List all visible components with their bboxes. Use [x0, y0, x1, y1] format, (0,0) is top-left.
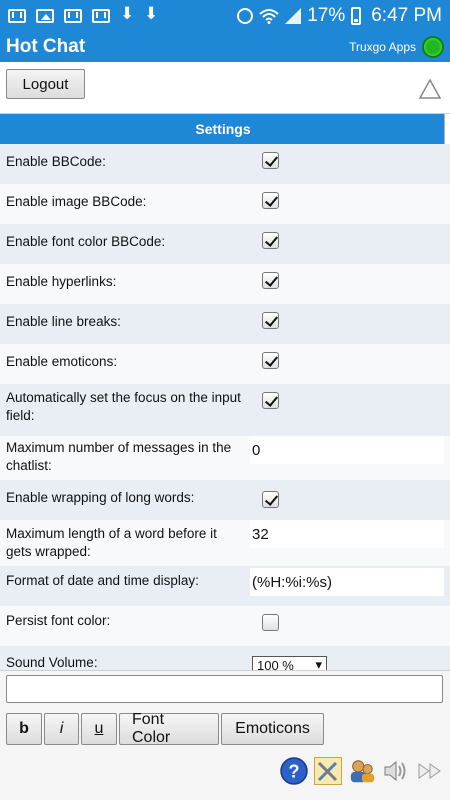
signal-icon [285, 8, 302, 24]
help-icon[interactable]: ? [280, 757, 308, 785]
setting-row-enable-bbcode: Enable BBCode: [0, 144, 450, 184]
setting-label: Persist font color: [6, 613, 111, 628]
enable-image-bbcode-checkbox[interactable] [262, 192, 279, 209]
setting-row-autofocus: Automatically set the focus on the input… [0, 384, 450, 436]
setting-row-enable-font-color-bbcode: Enable font color BBCode: [0, 224, 450, 264]
enable-line-breaks-checkbox[interactable] [262, 312, 279, 329]
publisher-label: Truxgo Apps [349, 40, 416, 54]
wifi-icon [259, 9, 279, 24]
max-word-length-input[interactable]: 32 [250, 520, 444, 548]
mail-icon [92, 9, 110, 23]
autofocus-checkbox[interactable] [262, 392, 279, 409]
setting-row-max-messages: Maximum number of messages in the chatli… [0, 436, 450, 480]
users-icon[interactable] [348, 757, 376, 785]
setting-label: Enable font color BBCode: [6, 234, 166, 249]
enable-bbcode-checkbox[interactable] [262, 152, 279, 169]
setting-label: Enable BBCode: [6, 154, 106, 169]
app-title: Hot Chat [6, 36, 86, 57]
warning-icon[interactable] [418, 78, 442, 100]
alarm-icon [237, 8, 254, 24]
enable-hyperlinks-checkbox[interactable] [262, 272, 279, 289]
bold-button[interactable]: b [6, 713, 42, 745]
download-icon [144, 4, 158, 24]
settings-title: Settings [0, 114, 446, 144]
system-status-bar: 17% 6:47 PM [0, 0, 450, 32]
setting-label: Enable hyperlinks: [6, 274, 117, 289]
italic-button[interactable]: i [44, 713, 79, 745]
settings-tools-icon[interactable] [314, 757, 342, 785]
setting-label: Automatically set the focus on the input… [6, 390, 241, 423]
setting-row-sound-volume: Sound Volume: 100 % ▾ [0, 646, 450, 674]
setting-row-max-word-length: Maximum length of a word before it gets … [0, 520, 450, 566]
toolbar: Logout [0, 62, 450, 114]
setting-label: Enable line breaks: [6, 314, 121, 329]
setting-row-enable-emoticons: Enable emoticons: [0, 344, 450, 384]
setting-label: Maximum length of a word before it gets … [6, 526, 217, 559]
forward-icon[interactable] [416, 757, 444, 785]
message-input[interactable] [6, 675, 443, 703]
app-header: Hot Chat Truxgo Apps [0, 32, 450, 62]
underline-button[interactable]: u [81, 713, 117, 745]
max-messages-input[interactable]: 0 [250, 436, 444, 464]
setting-row-persist-font-color: Persist font color: [0, 606, 450, 646]
emoticons-button[interactable]: Emoticons [221, 713, 324, 745]
tool-icons: ? [280, 757, 444, 785]
battery-percent: 17% [307, 5, 346, 26]
image-icon [36, 9, 54, 23]
wrap-long-words-checkbox[interactable] [262, 491, 279, 508]
mail-icon [8, 9, 26, 23]
svg-text:?: ? [288, 760, 299, 781]
setting-label: Maximum number of messages in the chatli… [6, 440, 232, 473]
system-indicators: 17% 6:47 PM [237, 5, 442, 27]
settings-list: Enable BBCode: Enable image BBCode: Enab… [0, 144, 450, 674]
date-format-input[interactable]: (%H:%i:%s) [250, 568, 444, 596]
clock: 6:47 PM [371, 5, 442, 26]
setting-label: Format of date and time display: [6, 573, 199, 588]
setting-row-date-format: Format of date and time display: (%H:%i:… [0, 566, 450, 606]
notification-icons [8, 4, 158, 24]
mail-icon [64, 9, 82, 23]
online-status-icon[interactable] [422, 36, 444, 58]
chat-composer: b i u Font Color Emoticons ? [0, 670, 450, 800]
setting-label: Enable emoticons: [6, 354, 118, 369]
enable-font-color-bbcode-checkbox[interactable] [262, 232, 279, 249]
font-color-button[interactable]: Font Color [119, 711, 219, 746]
setting-label: Enable image BBCode: [6, 194, 147, 209]
setting-label: Enable wrapping of long words: [6, 490, 195, 505]
logout-button[interactable]: Logout [6, 69, 85, 99]
persist-font-color-checkbox[interactable] [262, 614, 279, 631]
setting-row-enable-image-bbcode: Enable image BBCode: [0, 184, 450, 224]
setting-row-enable-hyperlinks: Enable hyperlinks: [0, 264, 450, 304]
enable-emoticons-checkbox[interactable] [262, 352, 279, 369]
format-toolbar: b i u Font Color Emoticons [6, 711, 324, 746]
setting-row-enable-line-breaks: Enable line breaks: [0, 304, 450, 344]
battery-icon [351, 7, 362, 25]
sound-icon[interactable] [382, 757, 410, 785]
download-icon [120, 4, 134, 24]
setting-row-wrap-long-words: Enable wrapping of long words: [0, 480, 450, 520]
